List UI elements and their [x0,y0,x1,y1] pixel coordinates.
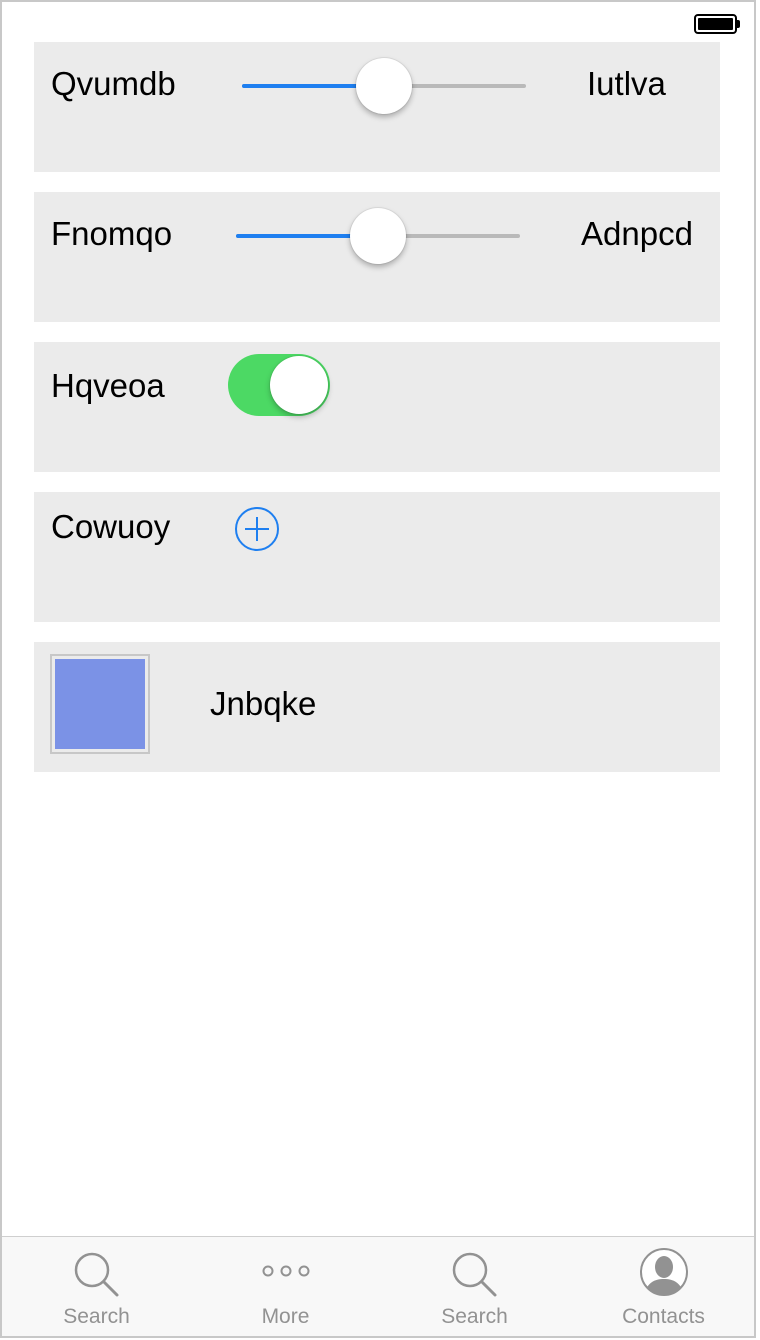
tab-more[interactable]: More [191,1237,380,1336]
color-row-label: Jnbqke [210,685,317,722]
search-icon [69,1247,125,1303]
toggle-row-label: Hqveoa [51,367,165,404]
slider-1[interactable] [242,56,526,116]
app-screen: Qvumdb Iutlva Fnomqo Adnpcd Hqveoa Cowuo… [0,0,756,1338]
toggle-switch[interactable] [228,354,330,416]
slider-row-2-label: Fnomqo [51,215,173,252]
slider-thumb[interactable] [350,208,406,264]
slider-thumb[interactable] [356,58,412,114]
slider-row-2: Fnomqo Adnpcd [34,192,720,322]
slider-2[interactable] [236,206,520,266]
tab-search-2[interactable]: Search [380,1237,569,1336]
plus-circle-icon[interactable] [234,506,280,552]
battery-icon [694,14,740,34]
color-swatch-fill [55,659,145,749]
tab-bar: Search More Search Contacts [2,1236,754,1336]
tab-search-1[interactable]: Search [2,1237,191,1336]
color-row: Jnbqke [34,642,720,772]
slider-row-1-label: Qvumdb [51,65,176,102]
tab-label: Contacts [622,1305,705,1328]
slider-row-1: Qvumdb Iutlva [34,42,720,172]
add-row-label: Cowuoy [51,508,171,545]
toggle-row: Hqveoa [34,342,720,472]
toggle-knob [270,356,328,414]
contacts-icon [636,1247,692,1303]
more-icon [258,1247,314,1303]
tab-label: Search [441,1305,508,1328]
status-bar [2,2,754,42]
slider-row-1-value: Iutlva [587,65,666,102]
color-swatch[interactable] [50,654,150,754]
add-row: Cowuoy [34,492,720,622]
slider-row-2-value: Adnpcd [581,215,693,252]
tab-label: Search [63,1305,130,1328]
tab-contacts[interactable]: Contacts [569,1237,754,1336]
tab-label: More [261,1305,310,1328]
search-icon [447,1247,503,1303]
